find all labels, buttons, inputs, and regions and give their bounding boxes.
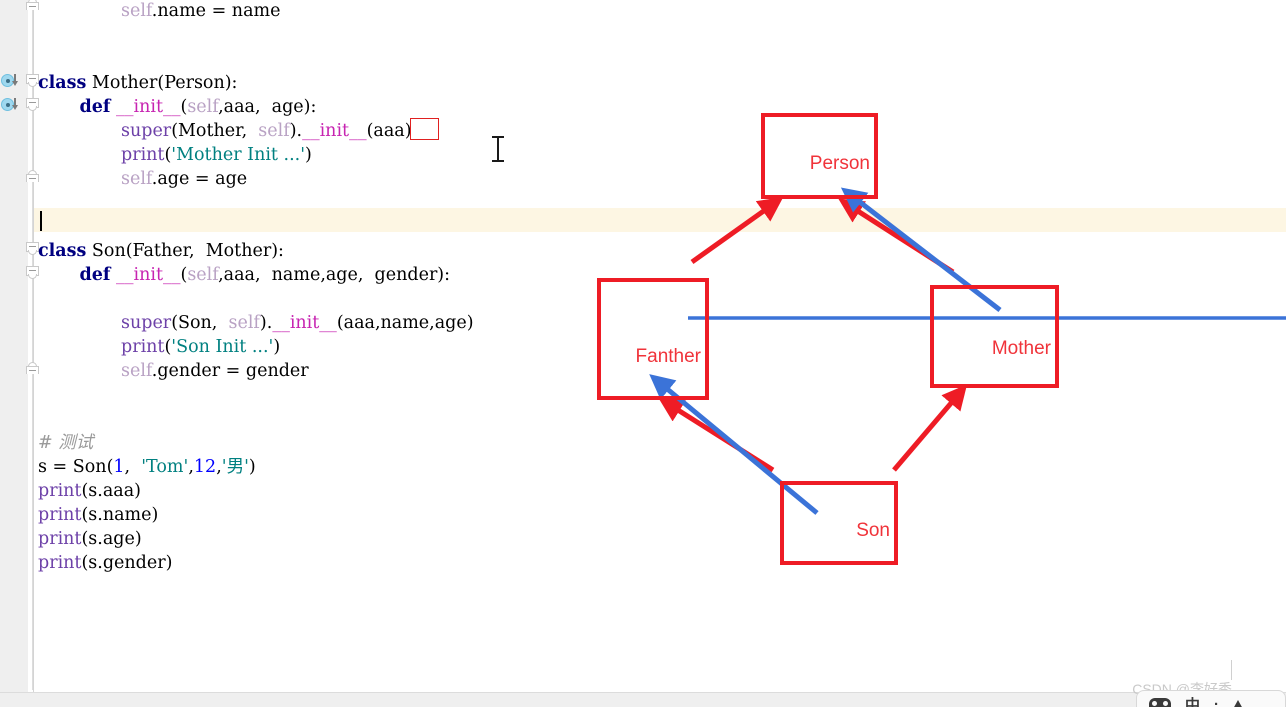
- code-token: self: [187, 265, 218, 285]
- edge-son-to-mother: [894, 395, 958, 470]
- diagram-node-son: Son: [780, 481, 898, 565]
- code-line[interactable]: super(Son, self).__init__(aaa,name,age): [121, 311, 474, 335]
- code-token: print: [121, 337, 164, 357]
- code-line[interactable]: class Son(Father, Mother):: [38, 239, 284, 263]
- code-token: super: [121, 313, 171, 333]
- screen-root: self.name = nameclass Mother(Person):def…: [0, 0, 1286, 707]
- code-token: 'Son Init ...': [171, 337, 273, 357]
- code-token: def: [80, 265, 111, 285]
- ime-mode-label[interactable]: 中: [1185, 694, 1200, 707]
- code-line[interactable]: print(s.name): [38, 503, 158, 527]
- code-editor[interactable]: self.name = nameclass Mother(Person):def…: [0, 0, 1286, 692]
- code-token: print: [38, 553, 81, 573]
- diagram-node-mother: Mother: [930, 285, 1059, 388]
- code-line[interactable]: print(s.aaa): [38, 479, 141, 503]
- code-token: 1: [113, 457, 124, 477]
- code-token: ).: [290, 121, 302, 141]
- code-token: s = Son(: [38, 457, 113, 477]
- code-token: Mother(Person):: [86, 73, 237, 93]
- ime-separator-dot: ·: [1214, 696, 1219, 707]
- diagram-node-fanther: Fanther: [597, 278, 709, 400]
- panel-divider: [1231, 660, 1232, 680]
- code-token: print: [121, 145, 164, 165]
- code-token: __init__: [272, 313, 337, 333]
- code-token: print: [38, 481, 81, 501]
- code-token: self: [229, 313, 260, 333]
- code-token: (s.name): [81, 505, 158, 525]
- code-token: (Son,: [171, 313, 228, 333]
- code-token: ,aaa, age):: [218, 97, 316, 117]
- code-line[interactable]: self.gender = gender: [121, 359, 309, 383]
- status-bar: [0, 692, 1286, 707]
- code-token: self: [121, 169, 152, 189]
- code-token: 12: [194, 457, 216, 477]
- code-token: ,: [125, 457, 142, 477]
- code-line[interactable]: class Mother(Person):: [38, 71, 237, 95]
- code-token: ): [273, 337, 280, 357]
- diagram-node-label: Son: [856, 520, 890, 542]
- code-token: (s.gender): [81, 553, 172, 573]
- code-line[interactable]: print('Mother Init ...'): [121, 143, 312, 167]
- code-token: class: [38, 73, 86, 93]
- edge-son-to-fanther: [670, 405, 773, 470]
- code-token: Son(Father, Mother):: [86, 241, 284, 261]
- mouse-ibeam-cursor: [492, 136, 504, 162]
- code-token: print: [38, 505, 81, 525]
- overriding-method-icon[interactable]: [1, 97, 21, 113]
- diagram-node-label: Person: [810, 153, 870, 175]
- code-token: (s.aaa): [81, 481, 141, 501]
- diagram-node-label: Fanther: [636, 346, 701, 368]
- code-token: .name = name: [152, 1, 281, 21]
- code-token: super: [121, 121, 171, 141]
- code-token: .age = age: [152, 169, 247, 189]
- code-line[interactable]: s = Son(1, 'Tom',12,'男'): [38, 455, 256, 479]
- code-line[interactable]: self.name = name: [121, 0, 280, 23]
- code-line[interactable]: def __init__(self,aaa, age):: [80, 95, 317, 119]
- code-line[interactable]: # 测试: [38, 431, 93, 455]
- code-token: ).: [260, 313, 272, 333]
- code-token: self: [258, 121, 289, 141]
- code-token: # 测试: [38, 433, 93, 453]
- class-hierarchy-diagram: Person Fanther Mother Son: [560, 0, 1286, 692]
- code-token: __init__: [302, 121, 367, 141]
- code-token: self: [187, 97, 218, 117]
- code-token: ): [249, 457, 256, 477]
- code-token: self: [121, 1, 152, 21]
- code-token: def: [80, 97, 111, 117]
- code-token: (aaa,name,age): [337, 313, 474, 333]
- code-line[interactable]: print(s.gender): [38, 551, 172, 575]
- code-token: self: [121, 361, 152, 381]
- code-token: ,aaa, name,age, gender):: [218, 265, 450, 285]
- code-token: __init__: [116, 265, 181, 285]
- overriding-method-icon[interactable]: [1, 73, 21, 89]
- highlight-box-aaa: [410, 118, 439, 140]
- code-token: class: [38, 241, 86, 261]
- code-token: .gender = gender: [152, 361, 309, 381]
- code-line[interactable]: print('Son Init ...'): [121, 335, 280, 359]
- ime-indicator-popup[interactable]: 中 ·: [1136, 690, 1286, 707]
- code-token: 'Tom': [141, 457, 188, 477]
- code-token: (s.age): [81, 529, 141, 549]
- ime-logo-icon: [1149, 698, 1171, 707]
- ime-expand-icon[interactable]: [1233, 700, 1243, 707]
- code-token: '男': [222, 457, 249, 477]
- edge-fanther-to-person: [692, 205, 772, 262]
- code-token: 'Mother Init ...': [171, 145, 305, 165]
- code-line[interactable]: print(s.age): [38, 527, 142, 551]
- code-token: (aaa): [367, 121, 412, 141]
- code-line[interactable]: self.age = age: [121, 167, 247, 191]
- code-token: ): [305, 145, 312, 165]
- code-line[interactable]: super(Mother, self).__init__(aaa): [121, 119, 412, 143]
- diagram-node-label: Mother: [992, 338, 1051, 360]
- code-token: (Mother,: [171, 121, 258, 141]
- code-token: __init__: [116, 97, 181, 117]
- diagram-node-person: Person: [761, 113, 878, 199]
- code-token: print: [38, 529, 81, 549]
- code-line[interactable]: def __init__(self,aaa, name,age, gender)…: [80, 263, 451, 287]
